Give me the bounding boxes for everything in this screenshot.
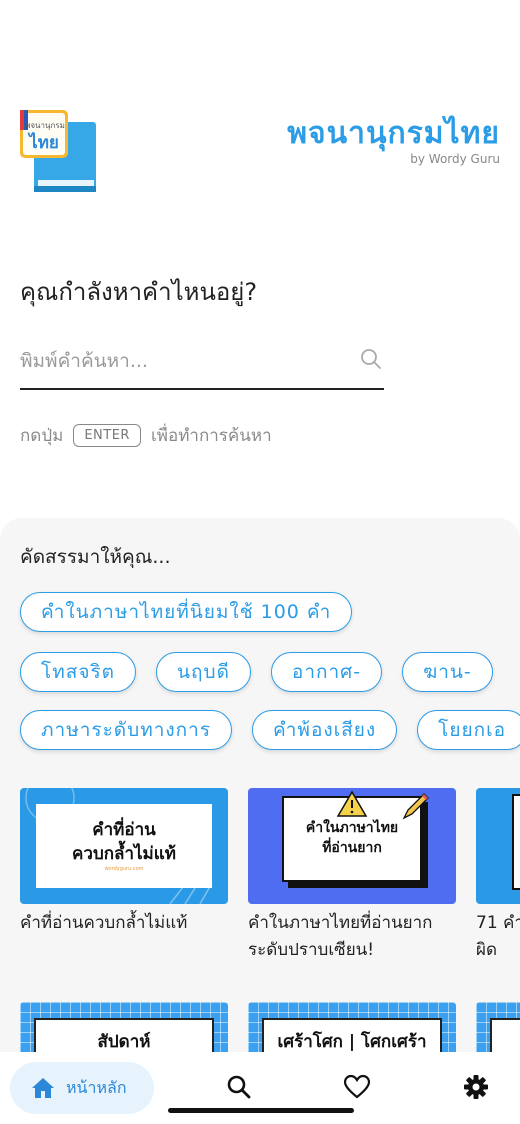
- article-caption: คำในภาษาไทยที่อ่านยาก ระดับปราบเซียน!: [248, 910, 456, 964]
- article-thumbnail: คำในภาษาไทย ที่อ่านยาก: [248, 788, 456, 904]
- logo-small-text: พจนานุกรม: [25, 121, 65, 130]
- article-caption-line-2: ระดับปราบเซียน!: [248, 940, 375, 961]
- suggestion-chip[interactable]: อากาศ-: [270, 652, 383, 692]
- home-icon: [32, 1078, 54, 1098]
- bottom-nav: หน้าหลัก: [0, 1052, 520, 1124]
- article-thumbnail: คำที่อ่าน ควบกล้ำไม่แท้ wordyguru.com: [20, 788, 228, 904]
- search-hint: กดปุ่ม ENTER เพื่อทำการค้นหา: [20, 420, 272, 450]
- nav-favorites-icon[interactable]: [344, 1074, 370, 1100]
- nav-home-button[interactable]: หน้าหลัก: [10, 1062, 154, 1114]
- search-box: [20, 338, 384, 390]
- thumb-line-2: ที่อ่านยาก: [322, 840, 382, 856]
- thumb-line-2: ควบกล้ำไม่แท้: [72, 843, 176, 864]
- app-logo-icon: พจนานุกรม ไทย: [20, 110, 96, 192]
- logo-big-text: ไทย: [27, 132, 59, 153]
- thumb-line-1: คำในภาษาไทย: [305, 820, 399, 837]
- suggestions-title: คัดสรรมาให้คุณ...: [20, 546, 171, 568]
- article-card[interactable]: 71 คำ ผิด: [476, 788, 520, 964]
- suggestion-chip[interactable]: คำในภาษาไทยที่นิยมใช้ 100 คำ: [20, 592, 353, 632]
- chip-row-2: โทสจริต นฤบดี อากาศ- ฆาน-: [20, 652, 493, 692]
- article-thumb-card: คำที่อ่าน ควบกล้ำไม่แท้ wordyguru.com: [36, 804, 212, 888]
- thumb-footer: wordyguru.com: [104, 866, 144, 873]
- search-icon[interactable]: [360, 348, 382, 370]
- suggestion-chip[interactable]: ภาษาระดับทางการ: [20, 710, 233, 750]
- article-cards-row-2: สัปดาห์ เศร้าโศก | โศกเศร้า: [20, 1002, 520, 1058]
- article-thumbnail[interactable]: เศร้าโศก | โศกเศร้า: [248, 1002, 456, 1058]
- article-caption-line-1: 71 คำ: [476, 913, 520, 933]
- app-title: พจนานุกรมไทย: [287, 116, 500, 151]
- article-caption-line-1: คำในภาษาไทยที่อ่านยาก: [248, 913, 433, 933]
- suggestion-chip[interactable]: โยยกเอ: [417, 710, 520, 750]
- article-thumb-card: [512, 794, 520, 890]
- article-cards: คำที่อ่าน ควบกล้ำไม่แท้ wordyguru.com คำ…: [20, 788, 520, 964]
- article-thumbnail[interactable]: [476, 1002, 520, 1058]
- search-input[interactable]: [20, 338, 340, 384]
- hint-before-text: กดปุ่ม: [20, 425, 64, 446]
- enter-key-badge: ENTER: [73, 423, 141, 447]
- chip-row-1: คำในภาษาไทยที่นิยมใช้ 100 คำ: [20, 592, 353, 632]
- article-caption: 71 คำ ผิด: [476, 910, 520, 964]
- article-caption-line-2: ผิด: [476, 940, 498, 961]
- suggestion-chip[interactable]: นฤบดี: [156, 652, 251, 692]
- suggestion-chip[interactable]: ฆาน-: [402, 652, 493, 692]
- hint-after-text: เพื่อทำการค้นหา: [150, 425, 272, 446]
- nav-home-label: หน้าหลัก: [66, 1077, 127, 1097]
- nav-search-icon[interactable]: [226, 1074, 252, 1100]
- suggestion-chip[interactable]: คำพ้องเสียง: [252, 710, 398, 750]
- article-card[interactable]: คำในภาษาไทย ที่อ่านยาก คำในภาษาไทยที่อ่า…: [248, 788, 456, 964]
- article-card[interactable]: คำที่อ่าน ควบกล้ำไม่แท้ wordyguru.com คำ…: [20, 788, 228, 964]
- home-indicator: [168, 1108, 354, 1113]
- app-subtitle: by Wordy Guru: [410, 152, 500, 166]
- chip-row-3: ภาษาระดับทางการ คำพ้องเสียง โยยกเอ: [20, 710, 520, 750]
- suggestions-panel: คัดสรรมาให้คุณ... คำในภาษาไทยที่นิยมใช้ …: [0, 518, 520, 1058]
- article-caption: คำที่อ่านควบกล้ำไม่แท้: [20, 913, 188, 933]
- warning-icon: [336, 790, 368, 817]
- article-thumbnail: [476, 788, 520, 904]
- pencil-icon: [402, 793, 429, 820]
- search-question: คุณกำลังหาคำไหนอยู่?: [20, 278, 258, 306]
- thumb-line-1: คำที่อ่าน: [92, 819, 156, 840]
- article-thumbnail[interactable]: สัปดาห์: [20, 1002, 228, 1058]
- app-header: พจนานุกรม ไทย พจนานุกรมไทย by Wordy Guru: [0, 100, 520, 210]
- nav-settings-icon[interactable]: [463, 1074, 489, 1100]
- suggestion-chip[interactable]: โทสจริต: [20, 652, 137, 692]
